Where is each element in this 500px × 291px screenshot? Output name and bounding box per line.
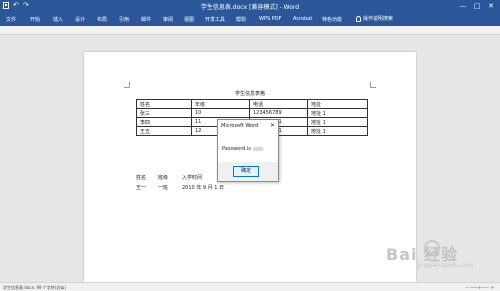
dialog-button-area: 确定: [218, 162, 278, 181]
enrollment-section: 姓名 班级 入学时间 王一 一班 2010 年 9 月 1 日: [136, 172, 224, 192]
ribbon-tabs: 文件 开始 插入 设计 布局 引用 邮件 审阅 视图 开发工具 帮助 WPS P…: [0, 12, 500, 26]
table-cell: 123456789: [249, 108, 308, 118]
tab-review[interactable]: 审阅: [163, 16, 173, 23]
baidu-watermark-logo: Bai 经验 jingyan.baidu.com: [376, 236, 484, 276]
tab-mailings[interactable]: 邮件: [141, 16, 151, 23]
tab-wps-pdf[interactable]: WPS PDF: [259, 16, 281, 22]
table-header-cell: 地址: [307, 99, 368, 109]
table-cell: 张三: [136, 108, 192, 118]
minimize-button[interactable]: —: [456, 0, 470, 12]
enrollment-row: 王一 一班 2010 年 9 月 1 日: [136, 182, 224, 192]
tell-me-label: 操作说明搜索: [363, 16, 394, 22]
table-header-cell: 年级: [191, 99, 250, 109]
close-button[interactable]: ✕: [484, 0, 498, 12]
enrollment-cell: 王一: [136, 184, 147, 191]
tab-insert[interactable]: 插入: [53, 16, 63, 23]
tell-me-search[interactable]: 操作说明搜索: [356, 15, 393, 22]
enrollment-cell: 2010 年 9 月 1 日: [182, 184, 225, 191]
table-cell: 地址 1: [307, 117, 368, 127]
tab-help[interactable]: 帮助: [236, 16, 246, 23]
table-cell: 李四: [136, 117, 192, 127]
dialog-message: Password is: [222, 146, 263, 152]
margin-corner-mark: [370, 82, 376, 88]
margin-corner-mark: [124, 82, 130, 88]
table-header-cell: 姓名: [136, 99, 192, 109]
tab-features[interactable]: 特色功能: [322, 16, 342, 23]
window-title: 学生信息表.docx [兼容模式] - Word: [200, 4, 300, 11]
enrollment-header: 班级: [158, 174, 169, 181]
enrollment-cell: 一班: [158, 184, 169, 191]
redacted-password: [252, 146, 263, 151]
enrollment-header-row: 姓名 班级 入学时间: [136, 172, 224, 182]
title-bar: ↶ ↷ 学生信息表.docx [兼容模式] - Word — □ ✕: [0, 0, 500, 12]
dialog-title: Microsoft Word: [221, 123, 259, 129]
watermark-url: jingyan.baidu.com: [418, 262, 474, 269]
enrollment-header: 入学时间: [182, 174, 203, 181]
enrollment-header: 姓名: [136, 174, 147, 181]
maximize-button[interactable]: □: [470, 0, 484, 12]
table-row: 张三 10 123456789 地址 1: [136, 108, 368, 118]
tab-layout[interactable]: 布局: [97, 16, 107, 23]
zoom-slider[interactable]: − ——+—— +: [465, 285, 494, 290]
word-count-status[interactable]: 学生信息表.docx: 99 个字符(近似): [3, 285, 66, 291]
tab-file[interactable]: 文件: [6, 16, 16, 23]
lightbulb-icon: [356, 15, 361, 22]
table-cell: 10: [191, 108, 250, 118]
tab-acrobat[interactable]: Acrobat: [293, 16, 312, 22]
table-cell: 地址 1: [307, 108, 368, 118]
table-header-row: 姓名 年级 电话 地址: [136, 99, 368, 109]
message-dialog: Microsoft Word ✕ Password is 确定: [217, 119, 279, 182]
dialog-message-text: Password is: [222, 146, 251, 152]
document-title: 学生信息表格: [234, 91, 265, 97]
table-cell: 王五: [136, 126, 192, 136]
dialog-close-icon[interactable]: ✕: [270, 122, 275, 129]
ok-button[interactable]: 确定: [233, 166, 259, 177]
table-cell: 地址 1: [307, 126, 368, 136]
tab-design[interactable]: 设计: [75, 16, 85, 23]
tab-references[interactable]: 引用: [119, 16, 129, 23]
tab-view[interactable]: 视图: [184, 16, 194, 23]
tab-home[interactable]: 开始: [30, 16, 40, 23]
window-controls: — □ ✕: [456, 0, 498, 12]
table-header-cell: 电话: [249, 99, 308, 109]
ribbon-collapsed-area: [0, 26, 500, 35]
tab-developer[interactable]: 开发工具: [205, 16, 225, 23]
status-bar: 学生信息表.docx: 99 个字符(近似) − ——+—— +: [0, 282, 500, 291]
